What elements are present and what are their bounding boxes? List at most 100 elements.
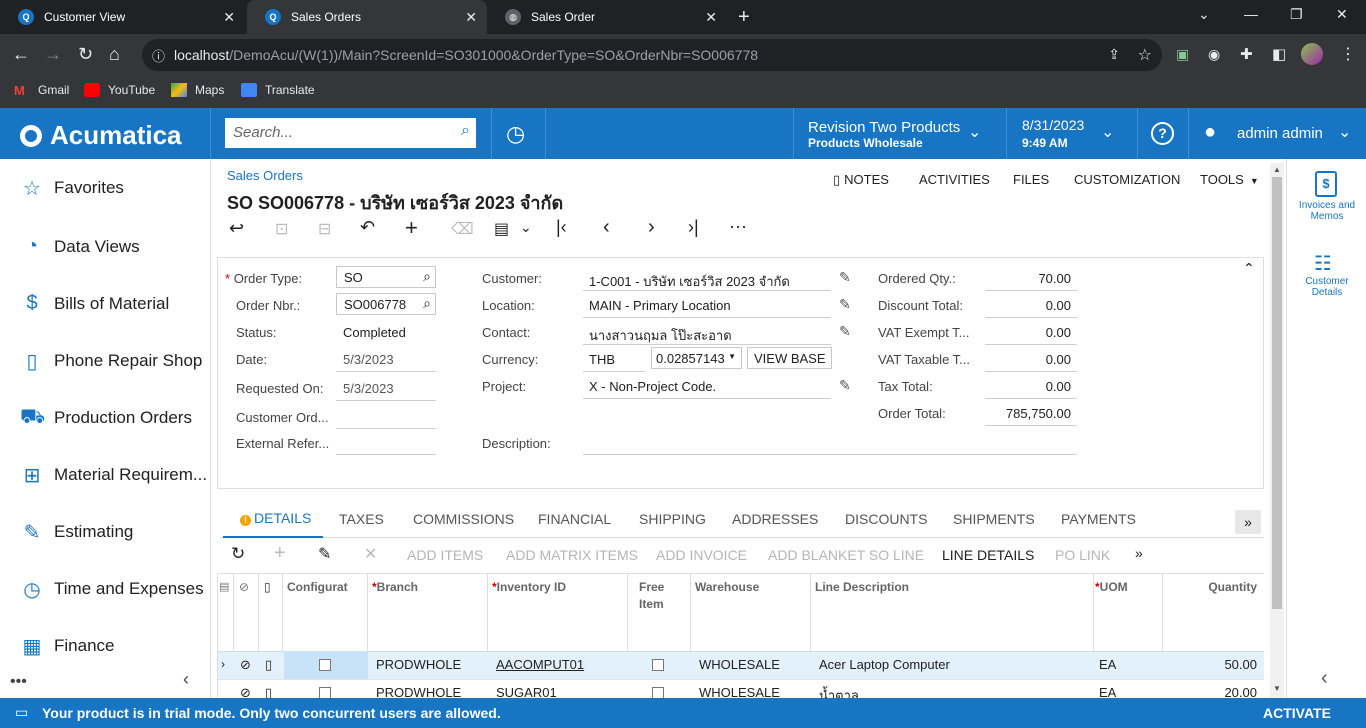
column-header-inventory-id[interactable]: *Inventory ID [492,580,566,594]
note-icon[interactable]: ▯ [265,657,272,673]
configurable-checkbox[interactable] [319,659,331,671]
browser-tab[interactable]: ◍ Sales Order ✕ [487,0,727,34]
add-invoice-button[interactable]: ADD INVOICE [656,547,747,563]
address-bar[interactable]: ⓘ localhost/DemoAcu/(W(1))/Main?ScreenId… [142,39,1162,71]
requested-on-value[interactable]: 5/3/2023 [343,381,394,396]
quantity-cell[interactable]: 50.00 [1171,657,1257,672]
undo-back-icon[interactable]: ↩ [229,218,244,239]
scroll-up-icon[interactable]: ▲ [1273,165,1281,174]
edit-location-icon[interactable]: ✎ [839,296,851,313]
info-icon[interactable]: ⓘ [152,46,165,65]
notes-button[interactable]: ▯ NOTES [833,172,889,188]
sidebar-item-data-views[interactable]: ◔ Data Views [0,227,210,267]
sidebar-item-bills-of-material[interactable]: $ Bills of Material [0,284,210,324]
first-record-icon[interactable]: |‹ [556,217,567,238]
new-tab-icon[interactable]: + [738,6,750,29]
order-type-input[interactable]: SO ⌕ [336,266,436,288]
collapse-panel-icon[interactable]: ⌃ [1243,260,1255,277]
minimize-icon[interactable]: — [1244,6,1258,22]
last-record-icon[interactable]: ›| [688,217,699,238]
copy-paste-icon[interactable]: ▤ [494,219,509,239]
lookup-icon[interactable]: ⌕ [423,268,431,285]
column-header-branch[interactable]: *Branch [372,580,418,594]
edit-customer-icon[interactable]: ✎ [839,269,851,286]
location-value[interactable]: MAIN - Primary Location [589,298,731,313]
free-item-checkbox[interactable] [652,659,664,671]
invoices-memos-label[interactable]: Invoices and [1287,200,1366,211]
cancel-icon[interactable]: ↶ [360,217,375,238]
chevron-down-icon[interactable]: ⌄ [1101,122,1114,142]
extension-circle-icon[interactable]: ◉ [1208,46,1220,63]
add-items-button[interactable]: ADD ITEMS [407,547,483,563]
row-expand-icon[interactable]: › [221,657,225,671]
sidebar-item-material-requirements[interactable]: ⊞ Material Requirem... [0,455,210,495]
branch-name[interactable]: Products Wholesale [808,136,923,150]
add-matrix-items-button[interactable]: ADD MATRIX ITEMS [506,547,638,563]
tab-shipping[interactable]: SHIPPING [639,511,706,527]
column-header-free-item[interactable]: Free [639,580,664,594]
close-tab-icon[interactable]: ✕ [465,9,477,26]
line-details-button[interactable]: LINE DETAILS [942,547,1034,563]
scrollbar-thumb[interactable] [1272,177,1282,609]
description-input[interactable] [583,454,1077,455]
back-icon[interactable]: ← [12,44,30,65]
customer-details-label[interactable]: Customer [1287,276,1366,287]
external-ref-input[interactable] [336,454,436,455]
breadcrumb[interactable]: Sales Orders [227,168,303,183]
column-header-configurable[interactable]: Configurat [287,580,348,594]
menu-kebab-icon[interactable]: ⋮ [1340,44,1356,64]
grid-settings-icon[interactable]: ▤ [219,580,229,593]
tab-payments[interactable]: PAYMENTS [1061,511,1136,527]
order-nbr-input[interactable]: SO006778 ⌕ [336,293,436,315]
invoices-memos-icon[interactable]: $ [1315,171,1337,197]
customization-button[interactable]: CUSTOMIZATION [1074,172,1180,187]
sidebar-item-estimating[interactable]: ✎ Estimating [0,512,210,552]
sidebar-item-time-and-expenses[interactable]: ◷ Time and Expenses [0,569,210,609]
bookmark-gmail[interactable]: M Gmail [14,83,69,98]
tab-financial[interactable]: FINANCIAL [538,511,611,527]
save-close-icon[interactable]: ⊡ [275,219,288,239]
more-tabs-icon[interactable]: » [1235,510,1261,534]
close-tab-icon[interactable]: ✕ [705,9,717,26]
business-date[interactable]: 8/31/2023 [1022,117,1084,133]
activities-button[interactable]: ACTIVITIES [919,172,990,187]
tab-taxes[interactable]: TAXES [339,511,384,527]
column-header-line-description[interactable]: Line Description [815,580,909,594]
customer-details-icon[interactable]: ☷ [1314,251,1332,276]
acumatica-logo[interactable]: Acumatica [20,120,182,151]
bookmark-maps[interactable]: Maps [171,83,224,97]
share-icon[interactable]: ⇪ [1108,46,1120,63]
tab-shipments[interactable]: SHIPMENTS [953,511,1035,527]
customer-value[interactable]: 1-C001 - บริษัท เซอร์วิส 2023 จำกัด [589,271,790,292]
edit-row-icon[interactable]: ✎ [318,544,331,564]
next-record-icon[interactable]: › [648,216,655,239]
search-input[interactable]: Search... ⌕ [225,118,476,148]
collapse-sidebar-icon[interactable]: ‹ [183,669,189,690]
customer-order-input[interactable] [336,428,436,429]
uom-cell[interactable]: EA [1099,657,1116,672]
company-name[interactable]: Revision Two Products [808,119,960,136]
recent-history-icon[interactable]: ◷ [506,121,525,147]
chevron-down-icon[interactable]: ⌄ [520,219,532,236]
collapse-right-panel-icon[interactable]: ‹ [1321,667,1328,690]
lookup-icon[interactable]: ⌕ [423,295,431,312]
more-actions-icon[interactable]: ··· [729,216,747,237]
sidebar-item-phone-repair-shop[interactable]: ▯ Phone Repair Shop [0,341,210,381]
warehouse-cell[interactable]: WHOLESALE [699,657,780,672]
user-icon[interactable]: ● [1204,121,1216,144]
inventory-id-link[interactable]: AACOMPUT01 [496,657,584,672]
save-icon[interactable]: ⊟ [318,219,331,239]
files-button[interactable]: FILES [1013,172,1049,187]
reload-icon[interactable]: ↻ [78,44,93,65]
browser-tab-active[interactable]: Q Sales Orders ✕ [247,0,487,34]
tab-search-icon[interactable]: ⌄ [1198,6,1210,23]
project-value[interactable]: X - Non-Project Code. [589,379,716,394]
date-value[interactable]: 5/3/2023 [343,352,394,367]
description-cell[interactable]: Acer Laptop Computer [819,657,950,672]
delete-row-icon[interactable]: ✕ [364,544,377,564]
currency-rate-select[interactable]: 0.02857143 ▼ [651,347,742,369]
chevron-down-icon[interactable]: ⌄ [968,122,981,142]
bookmark-translate[interactable]: Translate [241,83,315,97]
close-tab-icon[interactable]: ✕ [223,9,235,26]
customer-details-label-line2[interactable]: Details [1287,287,1366,298]
